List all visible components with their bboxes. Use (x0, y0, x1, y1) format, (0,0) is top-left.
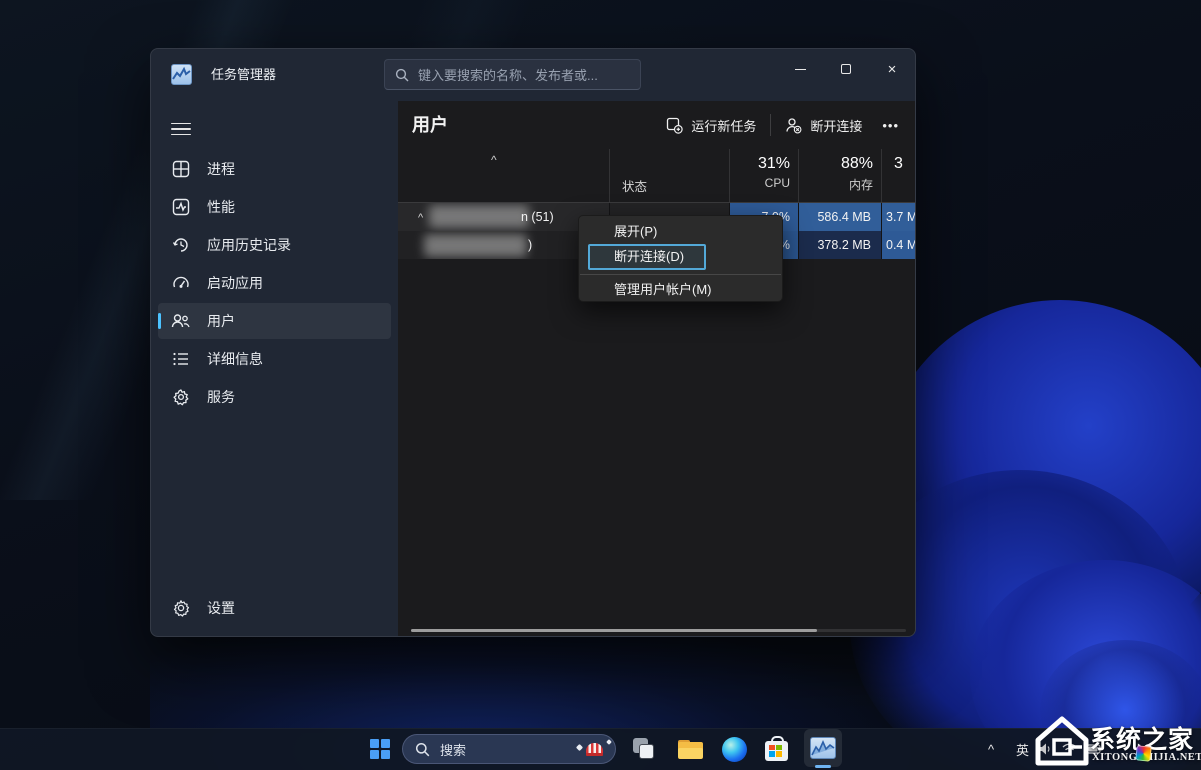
microsoft-store-button[interactable] (760, 733, 792, 765)
desktop: 任务管理器 键入要搜索的名称、发布者或... × (0, 0, 1201, 770)
battery-icon (1086, 743, 1103, 755)
menu-separator (580, 274, 781, 275)
sidebar-item-label: 详细信息 (207, 349, 263, 369)
user-disk-cell: 3.7 M (881, 203, 916, 231)
toolbar: 运行新任务 断开连接 ••• (656, 101, 909, 149)
user-memory-cell: 586.4 MB (798, 203, 881, 231)
folder-icon (678, 740, 703, 759)
taskbar-search-placeholder: 搜索 (440, 740, 576, 759)
cpu-total-percent: 31% (758, 155, 790, 173)
edge-browser-button[interactable] (718, 733, 750, 765)
search-input[interactable]: 键入要搜索的名称、发布者或... (384, 59, 641, 90)
sidebar-item-label: 性能 (207, 197, 235, 217)
redacted-user-name (424, 234, 527, 257)
app-history-icon (171, 236, 190, 255)
startup-apps-icon (171, 274, 190, 293)
task-manager-window: 任务管理器 键入要搜索的名称、发布者或... × (150, 48, 916, 637)
sidebar-item-label: 用户 (207, 311, 235, 331)
sidebar-item-services[interactable]: 服务 (158, 379, 391, 415)
user-disk-cell: 0.4 M (881, 231, 916, 259)
column-header-memory[interactable]: 88% 内存 (798, 149, 881, 202)
sidebar-item-label: 应用历史记录 (207, 235, 291, 255)
menu-item-disconnect[interactable]: 断开连接(D) (588, 244, 706, 270)
edge-icon (722, 737, 747, 762)
column-header-name[interactable]: ^ (398, 149, 609, 202)
wallpaper-bloom (880, 300, 1201, 660)
column-header-status[interactable]: 状态 (609, 149, 729, 202)
sidebar: 进程 性能 应用历史记录 启动应用 (151, 149, 398, 636)
task-manager-taskbar-button[interactable] (804, 729, 842, 767)
sidebar-item-app-history[interactable]: 应用历史记录 (158, 227, 391, 263)
sidebar-item-startup-apps[interactable]: 启动应用 (158, 265, 391, 301)
window-controls: × (777, 50, 915, 90)
details-icon (171, 350, 190, 369)
sort-ascending-icon: ^ (491, 153, 497, 167)
toolbar-separator (770, 114, 771, 136)
menu-item-expand[interactable]: 展开(P) (579, 221, 782, 243)
memory-total-percent: 88% (841, 155, 873, 173)
taskbar-search[interactable]: 搜索 (402, 734, 616, 764)
column-header-cpu[interactable]: 31% CPU (729, 149, 798, 202)
sidebar-item-users[interactable]: 用户 (158, 303, 391, 339)
file-explorer-button[interactable] (674, 733, 706, 765)
search-highlights-icon (586, 743, 603, 756)
sidebar-item-label: 服务 (207, 387, 235, 407)
users-page: 用户 运行新任务 (398, 101, 916, 637)
network-icon (1062, 742, 1077, 756)
tray-icons[interactable] (1038, 728, 1103, 770)
search-placeholder: 键入要搜索的名称、发布者或... (418, 65, 598, 84)
context-menu: 展开(P) 断开连接(D) 管理用户帐户(M) (578, 215, 783, 302)
cpu-label: CPU (758, 176, 790, 190)
memory-label: 内存 (841, 176, 873, 193)
disconnect-button[interactable]: 断开连接 (775, 109, 872, 142)
search-icon (395, 68, 409, 82)
page-title: 用户 (412, 101, 448, 149)
page-header: 用户 运行新任务 (398, 101, 916, 149)
more-options-button[interactable]: ••• (872, 111, 909, 140)
gear-icon (171, 599, 190, 618)
table-header: ^ 状态 31% CPU 88% 内存 (398, 149, 916, 203)
collapse-chevron-icon: ^ (418, 204, 423, 231)
performance-icon (171, 198, 190, 217)
services-icon (171, 388, 190, 407)
run-new-task-button[interactable]: 运行新任务 (656, 109, 766, 142)
horizontal-scrollbar-thumb[interactable] (411, 629, 817, 632)
close-button[interactable]: × (869, 50, 915, 88)
sidebar-item-settings[interactable]: 设置 (158, 590, 405, 626)
sidebar-item-label: 进程 (207, 159, 235, 179)
task-manager-app-icon (171, 64, 192, 85)
sidebar-item-processes[interactable]: 进程 (158, 151, 391, 187)
run-new-task-label: 运行新任务 (691, 116, 756, 135)
windows-logo-icon (370, 739, 390, 759)
processes-icon (171, 160, 190, 179)
redacted-user-name (429, 205, 529, 228)
tray-show-hidden-icons[interactable]: ^ (982, 728, 1000, 770)
menu-item-manage-accounts[interactable]: 管理用户帐户(M) (579, 279, 782, 301)
search-icon (415, 742, 430, 757)
sidebar-item-label: 启动应用 (207, 273, 263, 293)
user-memory-cell: 378.2 MB (798, 231, 881, 259)
task-manager-icon (810, 737, 836, 759)
disk-total-percent: 3 (894, 155, 903, 173)
column-header-disk[interactable]: 3 (881, 149, 916, 202)
sidebar-item-label: 设置 (207, 598, 235, 618)
run-new-task-icon (666, 117, 683, 134)
speaker-icon (1038, 742, 1053, 756)
store-icon (765, 741, 788, 761)
tray-language-indicator[interactable]: 英 (1010, 728, 1035, 770)
task-view-button[interactable] (628, 733, 660, 765)
minimize-button[interactable] (777, 50, 823, 88)
maximize-button[interactable] (823, 50, 869, 88)
titlebar: 任务管理器 键入要搜索的名称、发布者或... × (151, 49, 915, 101)
navigation-menu-button[interactable] (167, 115, 195, 143)
users-icon (171, 312, 190, 331)
window-title: 任务管理器 (211, 49, 276, 101)
sidebar-item-details[interactable]: 详细信息 (158, 341, 391, 377)
sidebar-item-performance[interactable]: 性能 (158, 189, 391, 225)
active-app-indicator (815, 765, 831, 768)
start-button[interactable] (364, 733, 396, 765)
disconnect-label: 断开连接 (810, 116, 862, 135)
disconnect-icon (785, 117, 802, 134)
